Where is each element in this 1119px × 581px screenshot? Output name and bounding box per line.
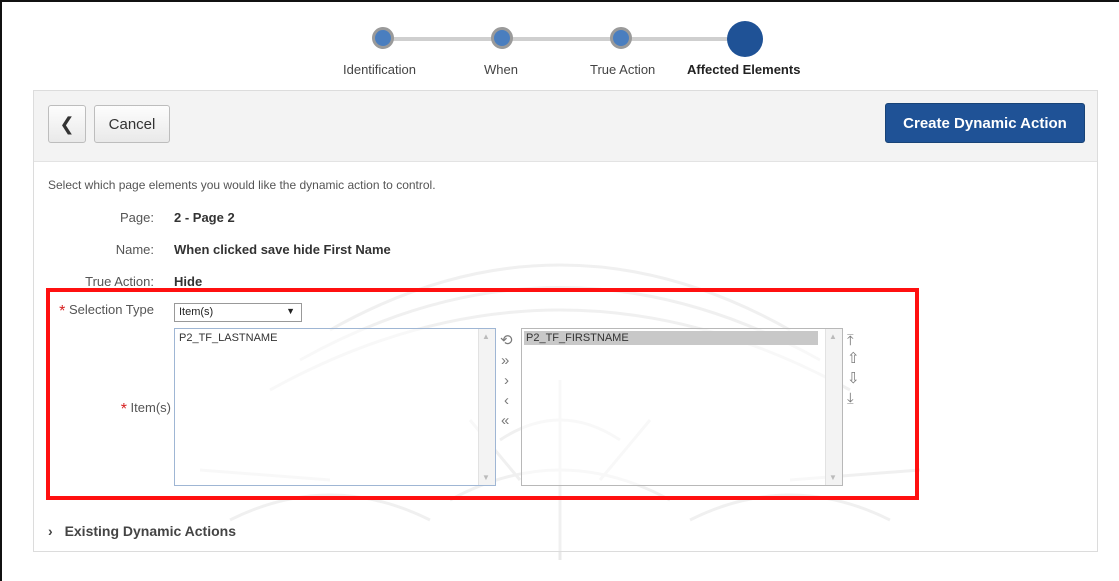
- chevron-right-icon: ›: [48, 523, 53, 539]
- true-action-value: Hide: [174, 274, 203, 289]
- wizard-step-dot-true-action: [610, 27, 632, 49]
- cancel-button[interactable]: Cancel: [94, 105, 170, 143]
- name-label: Name:: [115, 242, 154, 257]
- name-value: When clicked save hide First Name: [174, 242, 391, 257]
- wizard-step-label: True Action: [590, 62, 656, 77]
- wizard-step-dot-when: [491, 27, 513, 49]
- wizard-step-label: Identification: [343, 62, 416, 77]
- wizard-step-dot-affected-elements: [727, 21, 763, 57]
- highlight-box: [46, 288, 919, 500]
- existing-dynamic-actions-label: Existing Dynamic Actions: [64, 523, 236, 539]
- instruction-text: Select which page elements you would lik…: [48, 178, 436, 192]
- wizard-step-dot-identification: [372, 27, 394, 49]
- wizard-track: [392, 37, 742, 41]
- page-label: Page:: [120, 210, 154, 225]
- create-dynamic-action-button[interactable]: Create Dynamic Action: [885, 103, 1085, 143]
- button-toolbar: ❮ Cancel Create Dynamic Action: [34, 91, 1097, 162]
- existing-dynamic-actions-toggle[interactable]: › Existing Dynamic Actions: [48, 523, 236, 539]
- wizard-progress: Identification When True Action Affected…: [0, 0, 1119, 90]
- wizard-step-label-current: Affected Elements: [687, 62, 801, 77]
- chevron-left-icon: ❮: [59, 113, 75, 134]
- back-button[interactable]: ❮: [48, 105, 86, 143]
- true-action-label: True Action:: [85, 274, 154, 289]
- wizard-step-label: When: [484, 62, 518, 77]
- page-value: 2 - Page 2: [174, 210, 235, 225]
